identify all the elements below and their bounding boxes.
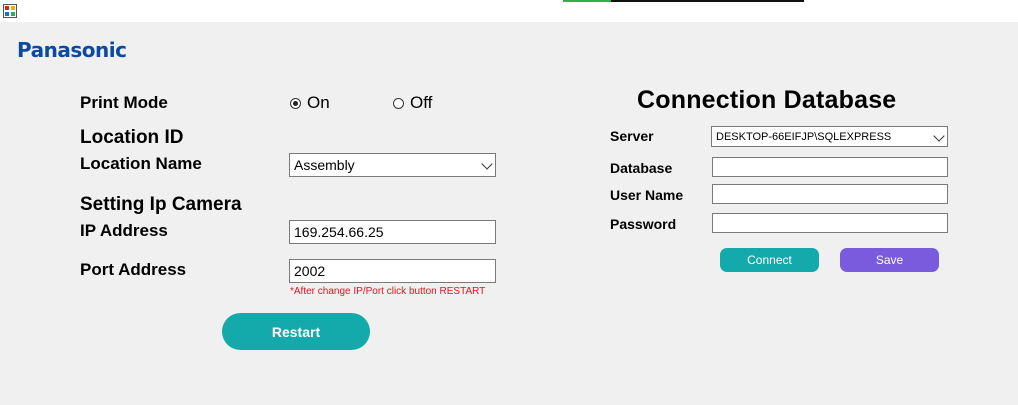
restart-button[interactable]: Restart — [222, 313, 370, 350]
print-mode-off-label: Off — [410, 93, 433, 112]
chevron-down-icon — [481, 158, 493, 170]
location-id-label: Location ID — [80, 127, 184, 148]
ip-address-label: IP Address — [80, 221, 168, 240]
password-input[interactable] — [712, 213, 948, 233]
location-name-label: Location Name — [80, 154, 202, 173]
database-input[interactable] — [712, 157, 948, 177]
server-label: Server — [610, 128, 654, 144]
panasonic-logo: Panasonic — [17, 38, 127, 62]
radio-unchecked-icon — [393, 97, 404, 109]
port-address-input[interactable]: 2002 — [289, 259, 496, 283]
connect-button[interactable]: Connect — [720, 248, 819, 272]
radio-checked-icon — [290, 97, 301, 109]
title-progress-fill — [563, 0, 612, 2]
password-label: Password — [610, 216, 677, 232]
save-button[interactable]: Save — [840, 248, 939, 272]
server-value: DESKTOP-66EIFJP\SQLEXPRESS — [716, 130, 892, 143]
connection-database-heading: Connection Database — [637, 86, 897, 114]
chevron-down-icon — [933, 129, 945, 142]
user-name-input[interactable] — [712, 184, 948, 204]
port-address-value: 2002 — [294, 263, 326, 279]
port-address-label: Port Address — [80, 260, 187, 279]
print-mode-on-label: On — [307, 93, 330, 112]
print-mode-label: Print Mode — [80, 93, 168, 112]
title-bar — [0, 0, 1018, 22]
user-name-label: User Name — [610, 187, 684, 203]
print-mode-on-radio[interactable]: On — [290, 93, 330, 113]
location-name-select[interactable]: Assembly — [289, 153, 496, 177]
ip-address-input[interactable]: 169.254.66.25 — [289, 220, 496, 244]
app-window-icon — [3, 4, 17, 18]
ip-address-value: 169.254.66.25 — [294, 224, 384, 240]
server-select[interactable]: DESKTOP-66EIFJP\SQLEXPRESS — [711, 126, 948, 147]
title-progress-bar — [563, 0, 804, 2]
print-mode-off-radio[interactable]: Off — [393, 93, 432, 113]
location-name-value: Assembly — [294, 157, 355, 173]
restart-warning-note: *After change IP/Port click button RESTA… — [290, 286, 486, 297]
camera-section-title: Setting Ip Camera — [80, 194, 242, 215]
database-label: Database — [610, 160, 673, 176]
